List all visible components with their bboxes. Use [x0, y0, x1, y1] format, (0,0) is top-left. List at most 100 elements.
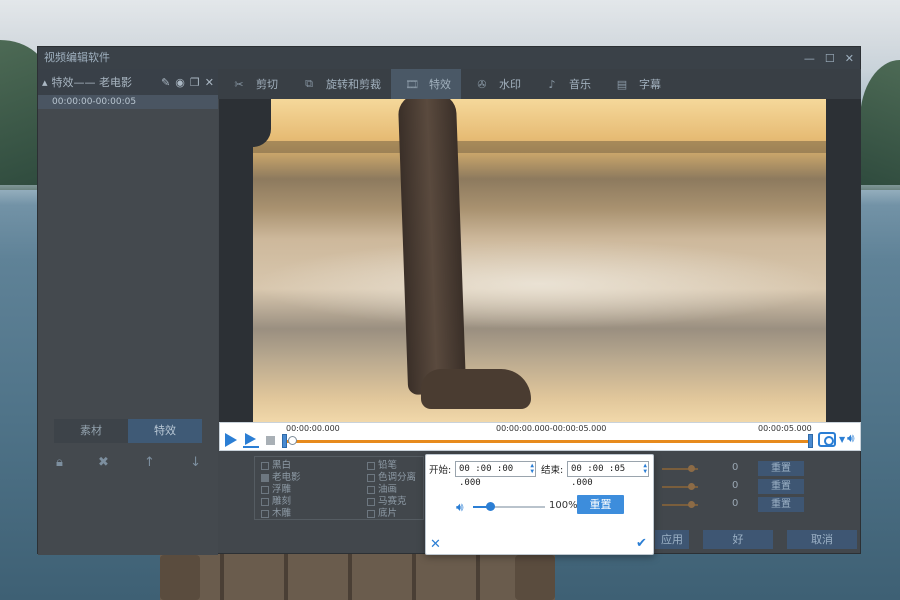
parameter-row: 0 重置 — [662, 496, 812, 514]
parameter-row: 0 重置 — [662, 460, 812, 478]
pier-post — [515, 555, 555, 600]
scissors-icon: ✂ — [234, 77, 244, 91]
tool-subtitle[interactable]: ▤ 字幕 — [601, 69, 671, 99]
lock-icon[interactable]: 🔒︎ — [56, 455, 63, 470]
effect-item[interactable]: 马赛克 — [367, 496, 416, 508]
effect-item[interactable]: 底片 — [367, 508, 416, 520]
checkbox[interactable] — [367, 498, 375, 506]
snapshot-camera-icon[interactable] — [818, 432, 836, 447]
start-time-spinner-icon[interactable]: ▲ ▼ — [530, 463, 534, 475]
video-preview[interactable] — [253, 99, 826, 422]
timeline-track[interactable] — [286, 440, 808, 443]
checkbox[interactable] — [261, 486, 269, 494]
checkbox[interactable] — [261, 498, 269, 506]
edit-icon[interactable]: ✎ — [161, 76, 170, 89]
checkbox[interactable] — [367, 486, 375, 494]
parameter-row: 0 重置 — [662, 478, 812, 496]
parameter-knob[interactable] — [688, 465, 695, 472]
tool-crop[interactable]: ⧉ 旋转和剪裁 — [288, 69, 391, 99]
effect-parameters: 0 重置 0 重置 0 重置 — [662, 460, 812, 514]
volume-slider[interactable] — [473, 506, 545, 508]
checkbox[interactable] — [261, 462, 269, 470]
parameter-knob[interactable] — [688, 483, 695, 490]
clip-collapse-icon[interactable]: ▴ — [42, 76, 48, 89]
tool-watermark[interactable]: ✇ 水印 — [461, 69, 531, 99]
delete-icon[interactable]: ✖ — [98, 455, 109, 470]
video-wave-foam — [253, 239, 826, 329]
minimize-button[interactable]: — — [804, 52, 815, 65]
close-window-button[interactable]: ✕ — [845, 52, 854, 65]
checkbox[interactable] — [367, 474, 375, 482]
effect-item[interactable]: 浮雕 — [261, 484, 301, 496]
checkbox[interactable] — [261, 474, 269, 482]
edit-toolbar: ✂ 剪切 ⧉ 旋转和剪裁 🎞︎ 特效 ✇ 水印 ♪ 音乐 ▤ 字幕 — [218, 69, 861, 99]
effect-item[interactable]: 铅笔 — [367, 460, 416, 472]
tab-material[interactable]: 素材 — [54, 419, 128, 443]
effect-item[interactable]: 雕刻 — [261, 496, 301, 508]
segment-time-row: 开始: 00 :00 :00 .000 ▲ ▼ 结束: 00 :00 :05 .0… — [426, 461, 653, 488]
parameter-knob[interactable] — [688, 501, 695, 508]
parameter-value: 0 — [732, 462, 739, 473]
end-time-field[interactable]: 00 :00 :05 .000 ▲ ▼ — [567, 461, 649, 488]
checkbox[interactable] — [261, 510, 269, 518]
parameter-reset-button[interactable]: 重置 — [758, 461, 804, 476]
parameter-reset-button[interactable]: 重置 — [758, 497, 804, 512]
clip-actions: 🔒︎ ✖ ↑ ↓ — [56, 455, 201, 470]
maximize-button[interactable]: ☐ — [825, 52, 835, 65]
tool-watermark-label: 水印 — [499, 78, 521, 91]
effect-item[interactable]: 木雕 — [261, 508, 301, 520]
effect-label: 色调分离 — [378, 472, 417, 483]
playhead-knob[interactable] — [288, 436, 297, 445]
start-time-field[interactable]: 00 :00 :00 .000 ▲ ▼ — [455, 461, 536, 488]
volume-reset-button[interactable]: 重置 — [577, 495, 624, 514]
ok-button[interactable]: 好 — [703, 530, 773, 549]
check-icon[interactable]: ✔ — [636, 536, 647, 551]
tool-subtitle-label: 字幕 — [639, 78, 661, 91]
close-icon[interactable]: ✕ — [430, 537, 441, 552]
trim-end-handle[interactable] — [808, 434, 813, 448]
stop-icon[interactable] — [266, 436, 275, 445]
tool-effects[interactable]: 🎞︎ 特效 — [391, 69, 461, 99]
watermark-icon: ✇ — [477, 77, 487, 91]
clip-header[interactable]: ▴ 特效—— 老电影 ✎ ◉ ❐ ✕ — [38, 69, 218, 95]
checkbox[interactable] — [367, 462, 375, 470]
end-time-spinner-icon[interactable]: ▲ ▼ — [643, 463, 647, 475]
music-icon: ♪ — [548, 77, 556, 91]
effect-label: 浮雕 — [272, 484, 292, 495]
up-icon[interactable]: ↑ — [144, 455, 155, 470]
down-icon[interactable]: ↓ — [190, 455, 201, 470]
dialog-buttons: 应用 好 取消 — [655, 530, 857, 549]
checkbox[interactable] — [367, 510, 375, 518]
remove-icon[interactable]: ✕ — [205, 76, 214, 89]
end-label: 结束: — [541, 465, 564, 476]
effect-item[interactable]: 油画 — [367, 484, 416, 496]
copy-icon[interactable]: ❐ — [190, 76, 200, 89]
chevron-down-icon[interactable]: ▼ — [839, 435, 845, 444]
parameter-reset-button[interactable]: 重置 — [758, 479, 804, 494]
tool-cut[interactable]: ✂ 剪切 — [218, 69, 288, 99]
effect-item[interactable]: 老电影 — [261, 472, 301, 484]
trim-start-handle[interactable] — [282, 434, 287, 448]
effect-label: 黑白 — [272, 460, 292, 471]
volume-icon[interactable]: 🔊︎ — [847, 431, 855, 446]
start-label: 开始: — [429, 465, 452, 476]
video-leg — [397, 99, 467, 395]
preview-area — [219, 99, 861, 422]
tool-music[interactable]: ♪ 音乐 — [531, 69, 601, 99]
timeline-end-time: 00:00:05.000 — [758, 424, 812, 433]
effect-label: 铅笔 — [378, 460, 398, 471]
window-title: 视频编辑软件 — [38, 47, 860, 69]
effect-item[interactable]: 色调分离 — [367, 472, 416, 484]
apply-button[interactable]: 应用 — [655, 530, 689, 549]
effect-item[interactable]: 黑白 — [261, 460, 301, 472]
film-effect-icon: 🎞︎ — [405, 77, 419, 91]
eye-icon[interactable]: ◉ — [175, 76, 185, 89]
tab-effects[interactable]: 特效 — [128, 419, 202, 443]
cancel-button[interactable]: 取消 — [787, 530, 857, 549]
wooden-pier — [160, 550, 555, 600]
play-selection-icon[interactable] — [243, 433, 259, 448]
volume-knob[interactable] — [486, 502, 495, 511]
clip-title: 特效—— 老电影 — [51, 76, 133, 89]
effect-label: 木雕 — [272, 508, 292, 519]
play-icon[interactable] — [225, 433, 237, 447]
